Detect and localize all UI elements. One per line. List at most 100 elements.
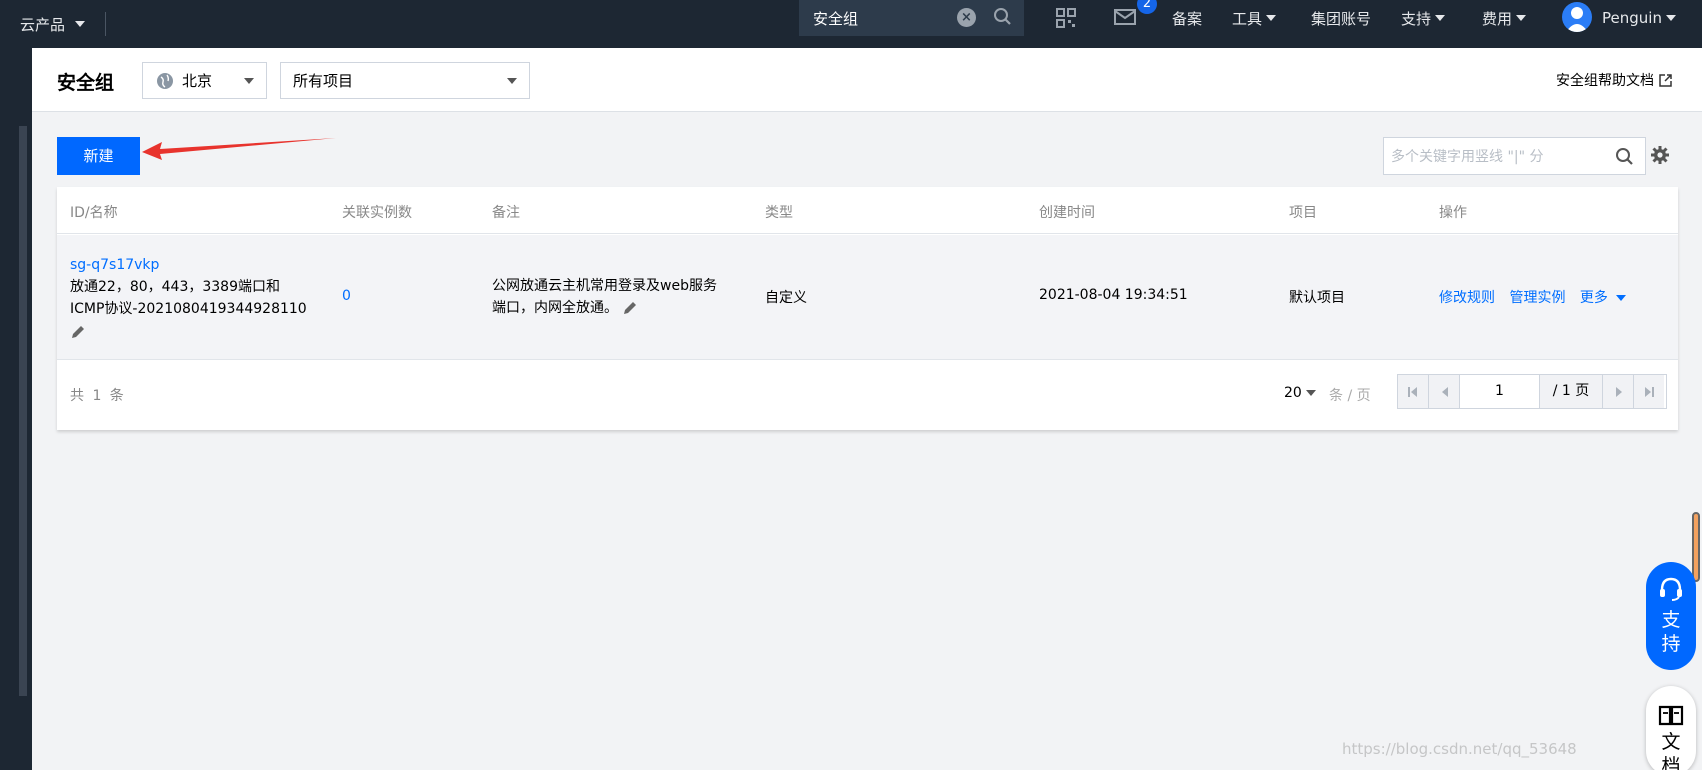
page-total-label: / 1 页 (1540, 375, 1602, 408)
project-cell: 默认项目 (1289, 290, 1345, 306)
global-search-value: 安全组 (813, 9, 859, 28)
edit-rules-link[interactable]: 修改规则 (1439, 290, 1495, 306)
chevron-down-icon (1435, 15, 1446, 21)
security-group-name: 放通22，80，443，3389端口和 (70, 279, 280, 295)
more-actions-dropdown[interactable]: 更多 (1579, 290, 1627, 306)
nav-item-beian[interactable]: 备案 (1172, 0, 1202, 36)
next-page-button[interactable] (1602, 375, 1633, 408)
cloud-products-menu[interactable]: 云产品 (0, 0, 86, 48)
column-header: 类型 (765, 205, 793, 221)
table-row: sg-q7s17vkp 放通22，80，443，3389端口和 ICMP协议-2… (57, 235, 1678, 360)
nav-divider (105, 12, 107, 36)
last-page-button[interactable] (1633, 375, 1664, 408)
nav-item-label: 支持 (1401, 9, 1432, 28)
support-label: 支 持 (1661, 609, 1681, 655)
column-header: 关联实例数 (342, 205, 412, 221)
cloud-products-label: 云产品 (20, 15, 66, 34)
total-count: 共 1 条 (70, 388, 126, 404)
nav-item-label: 工具 (1232, 9, 1263, 28)
edit-pencil-icon[interactable] (70, 324, 86, 340)
next-page-icon (1616, 387, 1622, 397)
column-header: 操作 (1439, 205, 1467, 221)
chevron-down-icon (1305, 390, 1316, 396)
remark-cell: 公网放通云主机常用登录及web服务 端口，内网全放通。 (492, 275, 717, 319)
nav-item-support[interactable]: 支持 (1401, 0, 1446, 36)
remark-text: 端口，内网全放通。 (492, 300, 618, 316)
id-name-cell: sg-q7s17vkp 放通22，80，443，3389端口和 ICMP协议-2… (70, 254, 307, 342)
first-page-button[interactable] (1398, 375, 1429, 408)
external-link-icon (1659, 73, 1672, 87)
column-header: 创建时间 (1039, 205, 1095, 221)
nav-item-tools[interactable]: 工具 (1232, 0, 1277, 36)
column-header: 项目 (1289, 205, 1317, 221)
created-time-cell: 2021-08-04 19:34:51 (1039, 287, 1188, 303)
nav-item-billing[interactable]: 费用 (1482, 0, 1527, 36)
help-doc-label: 安全组帮助文档 (1556, 73, 1654, 89)
headset-icon (1660, 577, 1682, 601)
search-icon[interactable] (1615, 147, 1635, 167)
nav-item-label: 集团账号 (1311, 9, 1372, 28)
table-header: ID/名称 关联实例数 备注 类型 创建时间 项目 操作 (57, 187, 1678, 234)
list-search-input[interactable]: 多个关键字用竖线 "|" 分 (1383, 137, 1646, 175)
chevron-down-icon (1665, 15, 1676, 21)
chevron-down-icon (1266, 15, 1277, 21)
user-avatar[interactable] (1562, 2, 1592, 32)
globe-icon (157, 72, 173, 89)
user-icon (1566, 7, 1588, 32)
column-header: 备注 (492, 205, 520, 221)
page-header: 安全组 北京 所有项目 安全组帮助文档 (32, 48, 1702, 112)
region-select[interactable]: 北京 (142, 62, 267, 99)
security-group-table: ID/名称 关联实例数 备注 类型 创建时间 项目 操作 sg-q7s17vkp… (57, 187, 1678, 430)
global-search-input[interactable]: 安全组 × (799, 0, 1024, 36)
page-size-value: 20 (1284, 385, 1302, 401)
user-name: Penguin (1602, 9, 1662, 27)
page-number-input[interactable]: 1 (1460, 375, 1540, 408)
column-header: ID/名称 (70, 205, 118, 221)
gear-icon[interactable] (1650, 145, 1670, 165)
new-button[interactable]: 新建 (57, 137, 140, 175)
help-doc-link[interactable]: 安全组帮助文档 (1556, 70, 1672, 90)
docs-float-button[interactable]: 文 档 (1646, 686, 1696, 770)
remark-text: 公网放通云主机常用登录及web服务 (492, 278, 717, 294)
user-menu[interactable]: Penguin (1602, 0, 1676, 36)
security-group-id-link[interactable]: sg-q7s17vkp (70, 254, 307, 276)
region-value: 北京 (182, 72, 213, 90)
project-select[interactable]: 所有项目 (280, 62, 530, 99)
chevron-down-icon (75, 21, 86, 27)
nav-item-group-account[interactable]: 集团账号 (1311, 0, 1371, 36)
project-value: 所有项目 (293, 72, 354, 90)
page-title: 安全组 (57, 72, 115, 94)
annotation-arrow-icon (142, 138, 336, 160)
more-actions-label: 更多 (1579, 290, 1608, 306)
page-scrollbar-thumb[interactable] (1692, 512, 1700, 582)
mail-icon[interactable] (1114, 8, 1136, 26)
nav-item-label: 备案 (1172, 9, 1203, 28)
chevron-down-icon (507, 78, 517, 84)
chevron-down-icon (1616, 295, 1627, 301)
support-float-button[interactable]: 支 持 (1646, 562, 1696, 670)
edit-pencil-icon[interactable] (622, 300, 638, 316)
prev-page-button[interactable] (1429, 375, 1460, 408)
watermark-text: https://blog.csdn.net/qq_53648 (1342, 740, 1577, 758)
last-page-icon (1645, 387, 1651, 397)
docs-label: 文 档 (1661, 731, 1681, 770)
sidebar-scrollbar[interactable] (19, 126, 27, 696)
list-search-placeholder: 多个关键字用竖线 "|" 分 (1391, 149, 1544, 165)
table-footer: 共 1 条 20 条 / 页 1 / 1 页 (57, 361, 1678, 430)
prev-page-icon (1442, 387, 1448, 397)
search-icon[interactable] (993, 7, 1013, 27)
security-group-name: ICMP协议-2021080419344928110 (70, 301, 307, 317)
qrcode-icon[interactable] (1056, 8, 1076, 28)
type-cell: 自定义 (765, 290, 807, 306)
chevron-down-icon (244, 78, 254, 84)
chevron-down-icon (1516, 15, 1527, 21)
pagination: 1 / 1 页 (1397, 374, 1667, 409)
first-page-icon (1408, 387, 1410, 397)
manage-instances-link[interactable]: 管理实例 (1509, 290, 1565, 306)
page-size-select[interactable]: 20 (1284, 385, 1316, 401)
clear-icon[interactable]: × (957, 8, 976, 27)
instance-count-link[interactable]: 0 (342, 288, 351, 304)
per-page-label: 条 / 页 (1329, 388, 1371, 404)
left-sidebar (0, 48, 32, 770)
nav-item-label: 费用 (1482, 9, 1513, 28)
